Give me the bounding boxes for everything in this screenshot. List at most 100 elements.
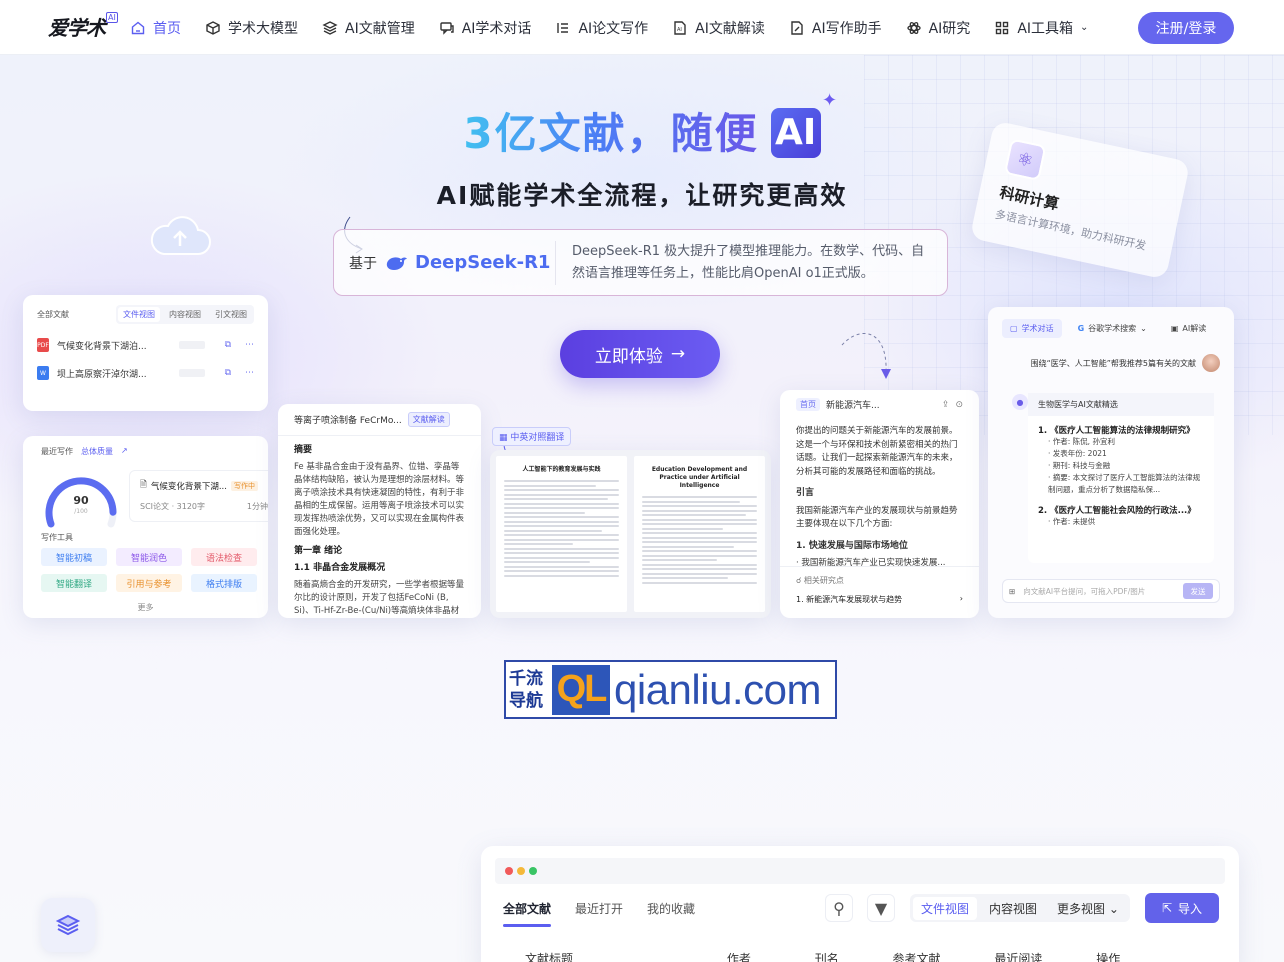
login-button[interactable]: 注册/登录	[1138, 12, 1234, 44]
app-tabs: 全部文献 最近打开 我的收藏	[503, 900, 695, 927]
dashed-arrow-icon	[841, 333, 891, 379]
ai-answer: 生物医学与AI文献精选 1. 《医疗人工智能算法的法律规制研究》 · 作者: 陈…	[1028, 393, 1214, 563]
tab-all-literature[interactable]: 全部文献	[503, 900, 552, 927]
related-item[interactable]: 1. 新能源汽车发展现状与趋势 ›	[796, 594, 963, 605]
nav-item-label: 学术大模型	[228, 20, 298, 37]
tab-favorites[interactable]: 我的收藏	[647, 900, 695, 917]
related-label: 相关研究点	[803, 576, 844, 585]
more-link[interactable]: 更多	[23, 602, 268, 613]
svg-text:AI: AI	[677, 27, 682, 33]
reading-title: 等离子喷涂制备 FeCrMo...	[294, 416, 402, 426]
tab-content-view[interactable]: 内容视图	[164, 307, 206, 322]
view-content[interactable]: 内容视图	[981, 897, 1045, 920]
copy-icon[interactable]: ⧉	[225, 368, 231, 378]
grid-icon[interactable]: ⊞	[1009, 587, 1015, 596]
column-header: 操作	[1096, 952, 1121, 962]
placeholder-bar	[178, 369, 205, 377]
tool-button[interactable]: 格式排版	[191, 574, 257, 592]
import-label: 导入	[1178, 901, 1203, 916]
sparkle-icon: ✦	[822, 90, 838, 111]
ai-writing-card: 首页 新能源汽车... ⇪ ⊙ 你提出的问题关于新能源汽车的发展前景。这是一个与…	[780, 390, 979, 618]
tab-recent[interactable]: 最近打开	[575, 900, 623, 917]
share-icon[interactable]: ⇪	[942, 400, 950, 410]
chapter-heading: 第一章 绪论	[294, 546, 343, 556]
edit-doc-icon	[789, 20, 805, 36]
nav-item-literature-reading[interactable]: AI AI文献解读	[672, 0, 765, 55]
send-button[interactable]: 发送	[1183, 583, 1213, 599]
file-name: 坝上高原察汗淖尔湖...	[57, 369, 147, 380]
tab-ai-reading[interactable]: ▣ AI解读	[1163, 319, 1214, 338]
tab-file-view[interactable]: 文件视图	[118, 307, 160, 322]
nav-item-writing-assistant[interactable]: AI写作助手	[789, 0, 882, 55]
answer-line: · 发表年份: 2021	[1048, 449, 1107, 458]
more-icon[interactable]: ⋯	[245, 368, 254, 378]
ai-doc-icon: ▣	[1170, 324, 1179, 333]
quality-link[interactable]: 总体质量	[81, 446, 113, 457]
filter-icon[interactable]: ▼	[867, 894, 895, 922]
chat-icon: ▢	[1010, 324, 1018, 333]
page-title-en: Education Development and Practice under…	[651, 466, 748, 489]
nav-item-home[interactable]: 首页	[130, 0, 181, 55]
copy-icon[interactable]: ⧉	[225, 340, 231, 350]
deepseek-name-text: DeepSeek-R1	[415, 252, 551, 273]
tab-citation-view[interactable]: 引文视图	[210, 307, 252, 322]
list-item[interactable]: PDF 气候变化背景下湖泊... ⧉ ⋯	[37, 338, 254, 352]
column-header: 文献标题	[525, 952, 574, 962]
academic-chat-card: ▢ 学术对话 G 谷歌学术搜索 ⌄ ▣ AI解读 围绕“医学、人工智能”帮我推荐5篇有关…	[988, 307, 1234, 618]
tool-button[interactable]: 智能翻译	[41, 574, 107, 592]
watermark-url: qianliu.com	[614, 665, 821, 713]
microscope-icon: ⚛	[1003, 138, 1047, 182]
view-file[interactable]: 文件视图	[913, 896, 978, 920]
watermark-cn: 千流导航	[509, 668, 543, 711]
tool-button[interactable]: 智能润色	[116, 548, 182, 566]
list-item[interactable]: W 坝上高原察汗淖尔湖... ⧉ ⋯	[37, 366, 254, 380]
section-heading: 1.1 非晶合金发展概况	[294, 563, 386, 573]
reading-tag: 文献解读	[407, 412, 450, 427]
files-card-title: 全部文献	[37, 310, 69, 319]
nav-item-ai-toolbox[interactable]: AI工具箱 ⌄	[994, 0, 1088, 55]
hero-ai-badge: AI	[770, 108, 821, 158]
import-icon: ⇱	[1161, 901, 1173, 915]
recent-doc[interactable]: 🗎 气候变化背景下湖... 写作中 SCI论文 · 3120字 1分钟	[129, 470, 268, 522]
layers-icon	[322, 20, 338, 36]
tool-button[interactable]: 智能初稿	[41, 548, 107, 566]
nav-item-ai-research[interactable]: AI研究	[906, 0, 970, 55]
score-max: /100	[74, 508, 88, 515]
doc-time: 1分钟	[246, 502, 268, 511]
tab-label: 学术对话	[1021, 324, 1054, 333]
nav-item-academic-chat[interactable]: AI学术对话	[439, 0, 531, 55]
nav-items: 首页 学术大模型 AI文献管理 AI学术对话 AI论文写作 AI AI文献解读 …	[130, 0, 1112, 55]
tab-google-scholar[interactable]: G 谷歌学术搜索 ⌄	[1070, 319, 1155, 338]
page-title-cn: 人工智能下的教育发展与实践	[522, 466, 601, 473]
trend-icon: ↗	[121, 446, 128, 455]
window-dot-red	[505, 867, 513, 875]
chat-input[interactable]: ⊞ 向文献AI平台提问，可拖入PDF/图片 发送	[1002, 579, 1220, 603]
layers-button[interactable]	[41, 898, 95, 952]
answer-item-title: 2. 《医疗人工智能社会风险的行政法...》	[1038, 506, 1196, 516]
hero-title-text: 3亿文献，随便	[463, 109, 759, 158]
placeholder-bar	[178, 341, 205, 349]
answer-line: · 期刊: 科技与金融	[1048, 461, 1111, 470]
try-now-button[interactable]: 立即体验 →	[560, 330, 720, 378]
tab-academic-chat[interactable]: ▢ 学术对话	[1002, 319, 1062, 338]
nav-item-paper-writing[interactable]: AI论文写作	[555, 0, 648, 55]
page-english: Education Development and Practice under…	[634, 456, 765, 612]
answer-header: 生物医学与AI文献精选	[1028, 393, 1214, 416]
table-header: 文献标题 作者 刊名 参考文献 最近阅读 操作	[525, 950, 1120, 962]
tool-button[interactable]: 引用与参考	[116, 574, 182, 592]
search-icon[interactable]: ⚲	[825, 894, 853, 922]
logo[interactable]: 爱学术 AI	[48, 12, 118, 41]
google-icon: G	[1077, 324, 1085, 333]
writing-tools: 智能初稿 智能润色 语法检查 智能翻译 引用与参考 格式排版	[41, 548, 257, 592]
more-circle-icon[interactable]: ⊙	[955, 400, 963, 410]
home-tag[interactable]: 首页	[796, 398, 820, 411]
view-more[interactable]: 更多视图 ⌄	[1049, 897, 1127, 920]
nav-item-literature-mgmt[interactable]: AI文献管理	[322, 0, 415, 55]
tool-button[interactable]: 语法检查	[191, 548, 257, 566]
import-button[interactable]: ⇱ 导入	[1145, 893, 1219, 923]
column-header: 参考文献	[892, 952, 941, 962]
translate-card: 人工智能下的教育发展与实践 Education Development and …	[490, 450, 771, 618]
nav-item-academic-model[interactable]: 学术大模型	[205, 0, 298, 55]
more-icon[interactable]: ⋯	[245, 340, 254, 350]
ev-heading: 引言	[796, 488, 815, 498]
